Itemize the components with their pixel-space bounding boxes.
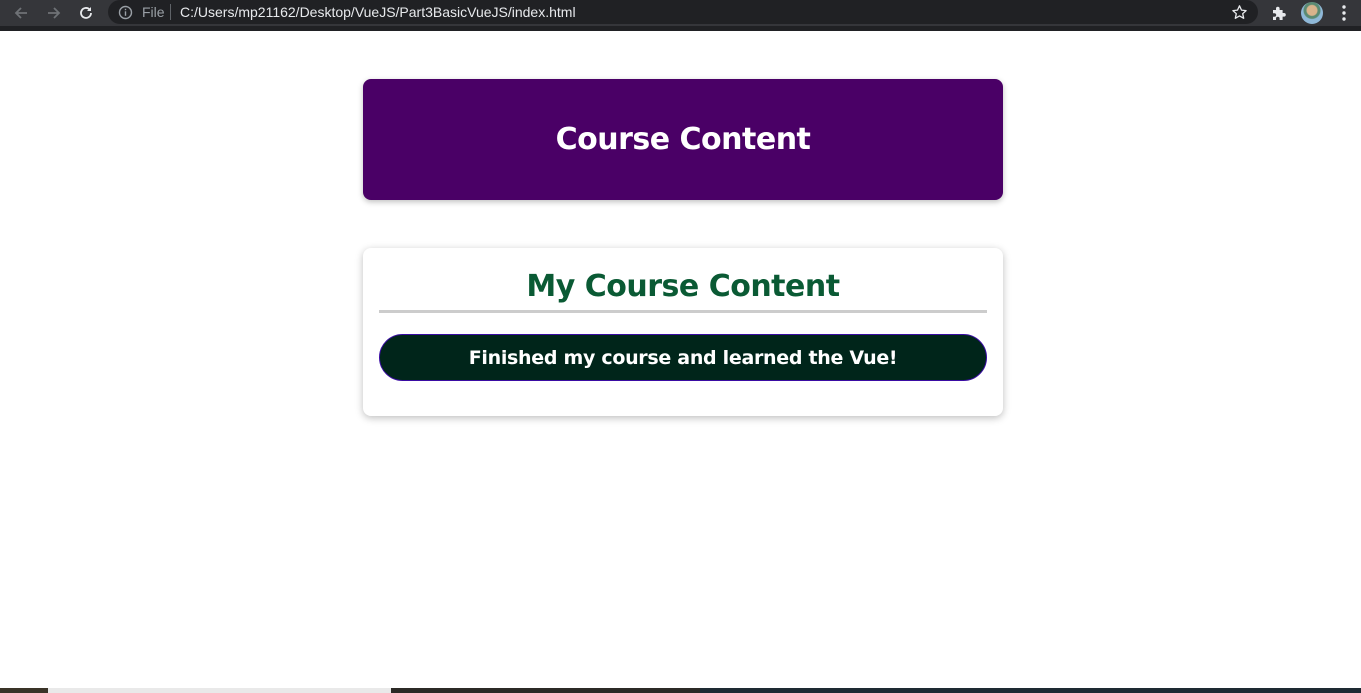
- course-goal-item[interactable]: Finished my course and learned the Vue!: [379, 334, 987, 381]
- toolbar-divider: [0, 26, 1361, 31]
- arrow-right-icon: [48, 7, 61, 19]
- omnibox-separator: [170, 4, 171, 20]
- reload-button[interactable]: [76, 3, 96, 23]
- course-content-card: My Course Content Finished my course and…: [363, 248, 1003, 416]
- avatar[interactable]: [1301, 2, 1323, 24]
- back-button[interactable]: [11, 3, 31, 23]
- title-divider: [379, 310, 987, 313]
- arrow-left-icon: [14, 7, 27, 19]
- star-icon[interactable]: [1231, 4, 1248, 21]
- page-header: Course Content: [363, 79, 1003, 200]
- file-scheme-label: File: [142, 4, 165, 20]
- kebab-menu-icon[interactable]: [1338, 4, 1350, 22]
- section-title: My Course Content: [526, 269, 840, 304]
- puzzle-icon[interactable]: [1270, 4, 1288, 22]
- url-text[interactable]: C:/Users/mp21162/Desktop/VueJS/Part3Basi…: [180, 4, 576, 20]
- page-title: Course Content: [555, 122, 811, 157]
- reload-icon: [80, 7, 92, 19]
- info-icon[interactable]: [118, 5, 133, 20]
- taskbar-strip: [0, 688, 1361, 693]
- forward-button[interactable]: [44, 3, 64, 23]
